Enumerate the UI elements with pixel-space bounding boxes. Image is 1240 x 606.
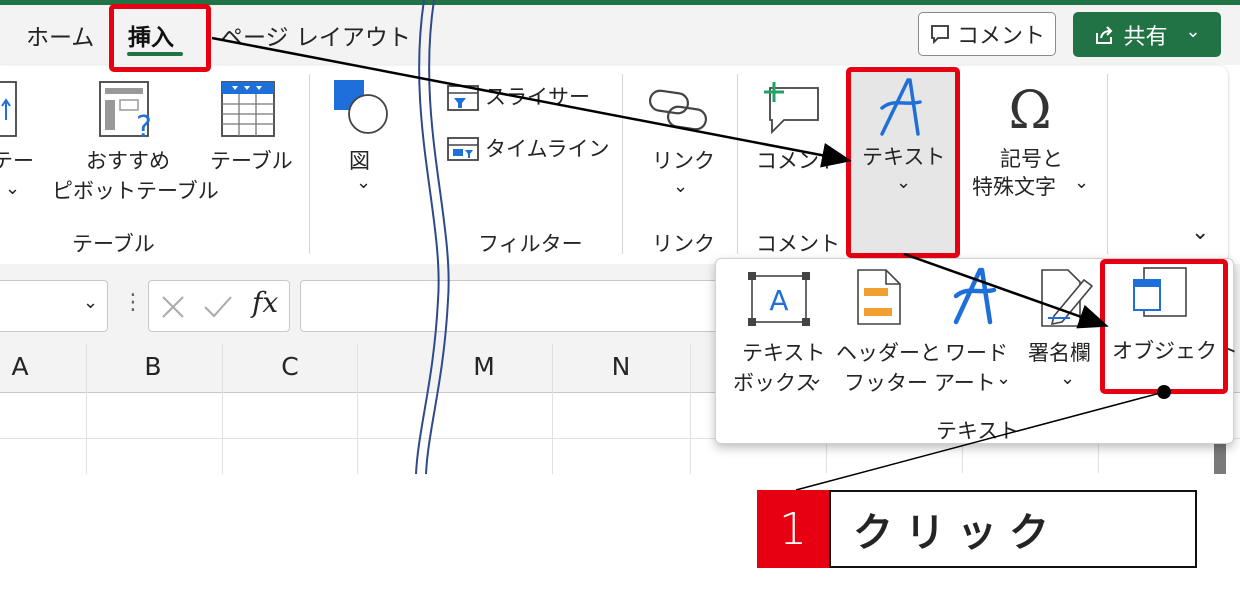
callout-step-number: 1 xyxy=(757,490,829,568)
callout-instruction: クリック xyxy=(829,490,1197,568)
